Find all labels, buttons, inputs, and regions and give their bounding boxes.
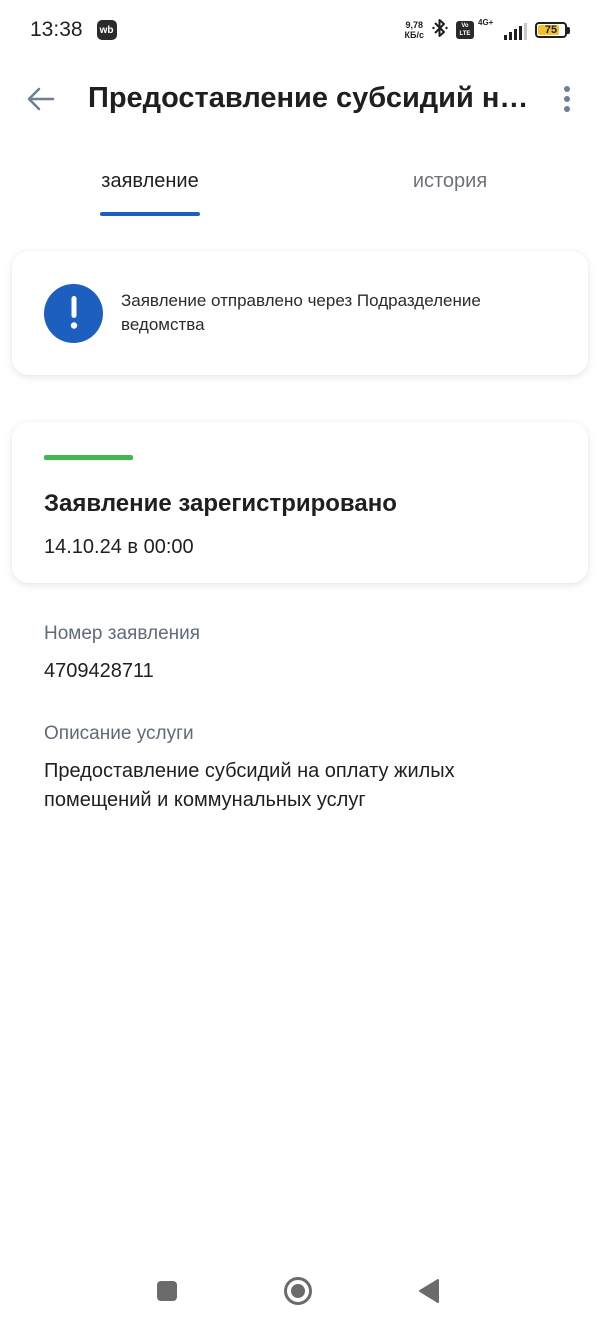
status-left: 13:38 wb xyxy=(30,18,117,42)
more-vertical-icon xyxy=(564,86,570,112)
tab-bar: заявление история xyxy=(0,156,600,218)
battery-icon: 75 xyxy=(535,22,570,38)
status-progress-bar xyxy=(44,455,133,460)
battery-level: 75 xyxy=(544,24,558,36)
network-speed: 9,78 КБ/с xyxy=(405,20,424,40)
signal-bar xyxy=(504,35,507,40)
exclamation-icon xyxy=(44,283,103,343)
service-description-value: Предоставление субсидий на оплату жилых … xyxy=(44,760,455,811)
status-card: Заявление зарегистрировано 14.10.24 в 00… xyxy=(12,422,588,583)
status-time: 13:38 xyxy=(30,18,83,41)
tab-application[interactable]: заявление xyxy=(50,156,250,218)
status-date: 14.10.24 в 00:00 xyxy=(44,536,194,558)
app-bar: Предоставление субсидий на... xyxy=(0,66,600,132)
system-nav-bar xyxy=(0,1263,600,1333)
battery-nub xyxy=(567,26,570,34)
nav-back-button[interactable] xyxy=(409,1275,449,1307)
page-title: Предоставление субсидий на... xyxy=(88,82,530,114)
volte-icon: Vo LTE xyxy=(456,21,474,39)
bluetooth-icon xyxy=(432,18,448,43)
tab-label: история xyxy=(412,170,488,192)
tab-active-indicator xyxy=(100,212,200,216)
signal-bar xyxy=(524,23,527,40)
home-button[interactable] xyxy=(278,1275,318,1307)
home-icon xyxy=(284,1277,312,1305)
tab-history[interactable]: история xyxy=(350,156,550,218)
back-arrow-icon xyxy=(27,87,55,111)
application-number-label: Номер заявления xyxy=(44,623,201,644)
notice-card: Заявление отправлено через Подразделение… xyxy=(12,251,588,375)
network-speed-unit: КБ/с xyxy=(404,30,424,40)
service-description-label: Описание услуги xyxy=(44,723,194,744)
back-button[interactable] xyxy=(22,82,60,116)
volte-bottom-label: LTE xyxy=(459,31,471,37)
network-speed-value: 9,78 xyxy=(405,20,424,30)
status-title: Заявление зарегистрировано xyxy=(44,490,397,517)
signal-bar xyxy=(514,29,517,40)
wb-app-icon: wb xyxy=(96,20,117,40)
battery-body: 75 xyxy=(535,22,567,38)
tab-label: заявление xyxy=(101,170,199,192)
signal-bar xyxy=(519,26,522,40)
volte-top-label: Vo xyxy=(461,23,469,29)
status-right: 9,78 КБ/с Vo LTE 4G+ 75 xyxy=(405,18,570,43)
recent-apps-icon xyxy=(157,1281,177,1301)
signal-bar xyxy=(509,32,512,40)
back-triangle-icon xyxy=(419,1279,439,1303)
network-type: 4G+ xyxy=(478,18,494,27)
status-bar: 13:38 wb 9,78 КБ/с Vo LTE 4G+ 75 xyxy=(0,0,600,60)
application-number-value: 4709428711 xyxy=(44,660,154,682)
signal-icon: 4G+ xyxy=(478,18,527,40)
recent-apps-button[interactable] xyxy=(147,1275,187,1307)
more-options-button[interactable] xyxy=(552,80,582,118)
notice-text: Заявление отправлено через Подразделение… xyxy=(121,291,481,334)
